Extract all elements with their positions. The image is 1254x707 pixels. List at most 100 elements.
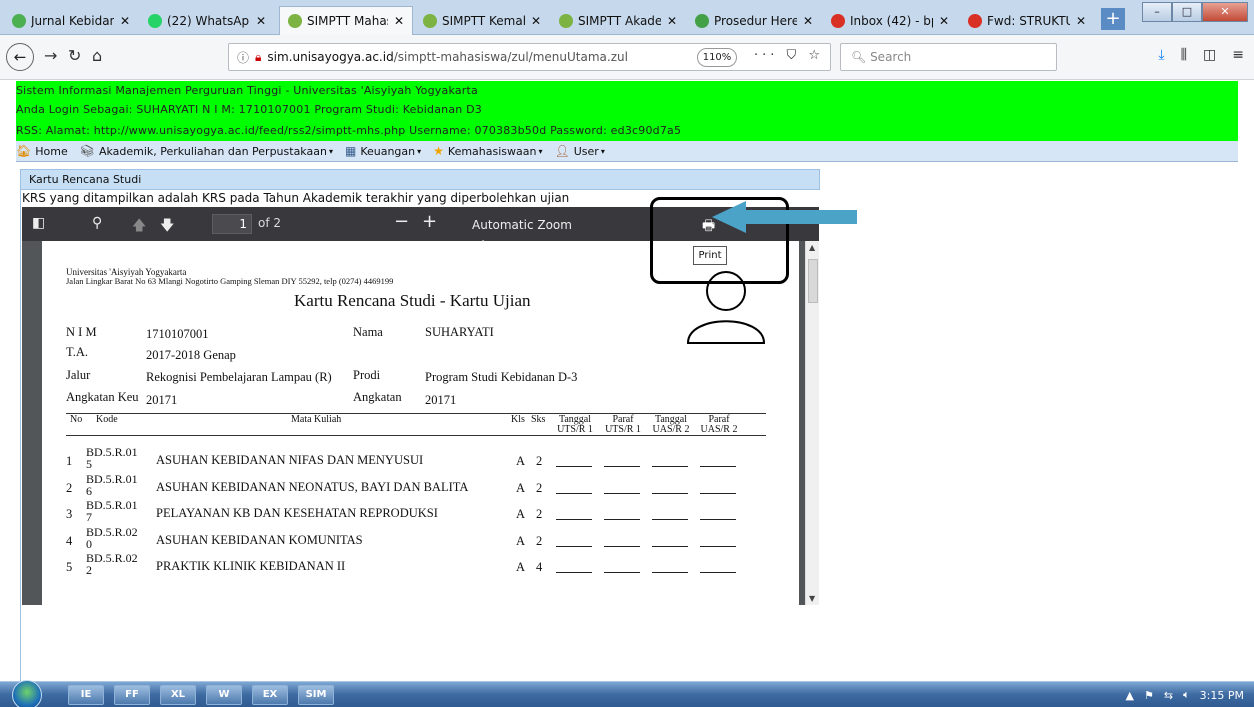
scroll-thumb[interactable] — [808, 259, 818, 303]
angkeu-label: Angkatan Keu — [66, 390, 139, 404]
page-number-input[interactable]: 1 — [212, 214, 252, 234]
signature-blank — [604, 546, 640, 547]
tab-close-icon[interactable]: ✕ — [120, 14, 130, 28]
menu-item-label: Akademik, Perkuliahan dan Perpustakaan — [98, 144, 327, 158]
network-icon[interactable]: ⇆ — [1164, 689, 1173, 702]
dropdown-arrow-icon: ▾ — [328, 146, 333, 156]
zoom-select[interactable]: Automatic Zoom ⬍ — [472, 215, 587, 252]
previous-page-icon[interactable]: 🡅︎ — [132, 215, 146, 239]
row-kode: BD.5.R.01 5 — [86, 445, 138, 471]
person-outline-icon — [686, 271, 766, 344]
home-button[interactable]: ⌂ — [92, 46, 102, 65]
table-row: 2 BD.5.R.01 6 ASUHAN KEBIDANAN NEONATUS, B… — [66, 473, 766, 497]
taskbar-app-4[interactable]: W — [206, 685, 242, 705]
pdf-scrollbar[interactable]: ▲ ▼ — [805, 241, 819, 605]
tab-8[interactable]: Fwd: STRUKTUR ✕ — [960, 6, 1094, 35]
menu-item-label: Keuangan — [360, 144, 416, 158]
tab-2[interactable]: (22) WhatsApp ✕ — [140, 6, 274, 35]
signature-blank — [556, 519, 592, 520]
row-kls: A — [516, 560, 526, 574]
next-page-icon[interactable]: 🡇︎ — [160, 215, 174, 239]
zoom-in-button[interactable]: + — [422, 211, 437, 232]
download-icon[interactable]: ⤓ — [1158, 47, 1164, 63]
back-button[interactable]: ← — [6, 43, 34, 71]
signature-blank — [556, 572, 592, 573]
reload-button[interactable]: ↻ — [68, 46, 81, 65]
tab-close-icon[interactable]: ✕ — [939, 14, 949, 28]
menu-item-3[interactable]: ▦ Keuangan ▾ — [345, 144, 421, 158]
taskbar-app-6[interactable]: SIM — [298, 685, 334, 705]
ta-label: T.A. — [66, 345, 88, 359]
tab-5[interactable]: SIMPTT Akadem ✕ — [551, 6, 685, 35]
taskbar-app-1[interactable]: IE — [68, 685, 104, 705]
menu-icon[interactable]: ≡ — [1232, 47, 1244, 63]
angkeu-value: 20171 — [146, 393, 178, 407]
table-row: 5 BD.5.R.02 2 PRAKTIK KLINIK KEBIDANAN II A… — [66, 552, 766, 576]
tab-4[interactable]: SIMPTT Kemaha ✕ — [415, 6, 549, 35]
close-window-button[interactable]: ✕ — [1202, 2, 1248, 22]
scroll-up-icon[interactable]: ▲ — [809, 243, 815, 252]
maximize-button[interactable]: □ — [1172, 2, 1202, 22]
taskbar-app-5[interactable]: EX — [252, 685, 288, 705]
tab-close-icon[interactable]: ✕ — [531, 14, 541, 28]
tab-6[interactable]: Prosedur Heregi ✕ — [687, 6, 821, 35]
tab-3[interactable]: SIMPTT Mahasis ✕ — [279, 6, 413, 35]
simptt-icon — [559, 13, 573, 28]
site-title: Sistem Informasi Manajemen Perguruan Tin… — [16, 84, 478, 97]
panel-border — [20, 190, 21, 682]
zoom-out-button[interactable]: − — [394, 211, 409, 232]
row-kls: A — [516, 454, 526, 468]
row-mata-kuliah: ASUHAN KEBIDANAN NIFAS DAN MENYUSUI — [156, 453, 424, 467]
forward-button[interactable]: → — [44, 46, 57, 65]
zoom-level-badge[interactable]: 110% — [697, 48, 737, 67]
row-mata-kuliah: ASUHAN KEBIDANAN KOMUNITAS — [156, 533, 363, 547]
prodi-value: Program Studi Kebidanan D-3 — [425, 370, 578, 384]
page-count: of 2 — [258, 216, 282, 230]
search-input[interactable]: 🔍︎ Search — [840, 43, 1057, 71]
page-actions[interactable]: ··· ⛉ ☆ — [754, 48, 824, 63]
minimize-button[interactable]: – — [1142, 2, 1172, 22]
menu-item-5[interactable]: 👤︎ User ▾ — [555, 144, 605, 158]
row-mata-kuliah: ASUHAN KEBIDANAN NEONATUS, BAYI DAN BALI… — [156, 480, 469, 494]
home-icon: 🏠︎ — [16, 144, 32, 158]
flag-icon[interactable]: ⚑ — [1144, 689, 1154, 702]
col-tanggal-2: Tanggal UAS/R 2 — [652, 414, 690, 435]
globe-green-icon — [695, 13, 709, 28]
info-icon[interactable]: ⓘ — [237, 49, 249, 66]
tab-close-icon[interactable]: ✕ — [1076, 14, 1086, 28]
url-bar[interactable]: ⓘ 🔒︎ sim.unisayogya.ac.id/simptt-mahasis… — [228, 43, 831, 71]
sidebar-toggle-icon[interactable]: ◧ — [32, 215, 45, 231]
menu-item-label: Kemahasiswaan — [447, 144, 537, 158]
gmail-icon — [831, 13, 845, 28]
tab-label: SIMPTT Kemaha — [442, 13, 525, 28]
menu-item-2[interactable]: 📚︎ Akademik, Perkuliahan dan Perpustakaan… — [80, 144, 333, 158]
col-mata-kuliah: Mata Kuliah — [291, 414, 342, 425]
scroll-down-icon[interactable]: ▼ — [809, 594, 815, 603]
tab-7[interactable]: Inbox (42) - bppt ✕ — [823, 6, 957, 35]
row-no: 4 — [66, 534, 73, 548]
taskbar-app-2[interactable]: FF — [114, 685, 150, 705]
dropdown-arrow-icon: ▾ — [600, 146, 605, 156]
row-sks: 2 — [536, 534, 543, 548]
start-button[interactable] — [12, 680, 42, 707]
menu-item-4[interactable]: ★ Kemahasiswaan ▾ — [433, 144, 542, 158]
col-paraf-1: Paraf UTS/R 1 — [605, 414, 641, 435]
clock[interactable]: 3:15 PM — [1200, 689, 1244, 702]
menu-item-1[interactable]: 🏠︎ Home — [16, 144, 68, 158]
menu-item-label: User — [573, 144, 599, 158]
tab-close-icon[interactable]: ✕ — [394, 14, 404, 28]
taskbar: IE FF XL W EX SIM ▲ ⚑ ⇆ 🔈︎ 3:15 PM — [0, 680, 1254, 707]
new-tab-button[interactable]: + — [1101, 8, 1125, 30]
library-icon[interactable]: ⫼ — [1181, 47, 1187, 63]
simptt-icon — [288, 14, 302, 28]
volume-icon[interactable]: 🔈︎ — [1183, 688, 1190, 702]
find-icon[interactable]: ⚲ — [92, 215, 102, 231]
taskbar-app-3[interactable]: XL — [160, 685, 196, 705]
tab-close-icon[interactable]: ✕ — [667, 14, 677, 28]
sidebar-icon[interactable]: ◫ — [1203, 47, 1216, 63]
tab-close-icon[interactable]: ✕ — [803, 14, 813, 28]
tray-arrow-icon[interactable]: ▲ — [1126, 689, 1134, 702]
panel-title: Kartu Rencana Studi — [20, 169, 820, 190]
tab-1[interactable]: Jurnal Kebidanan ✕ — [4, 6, 138, 35]
tab-close-icon[interactable]: ✕ — [256, 14, 266, 28]
